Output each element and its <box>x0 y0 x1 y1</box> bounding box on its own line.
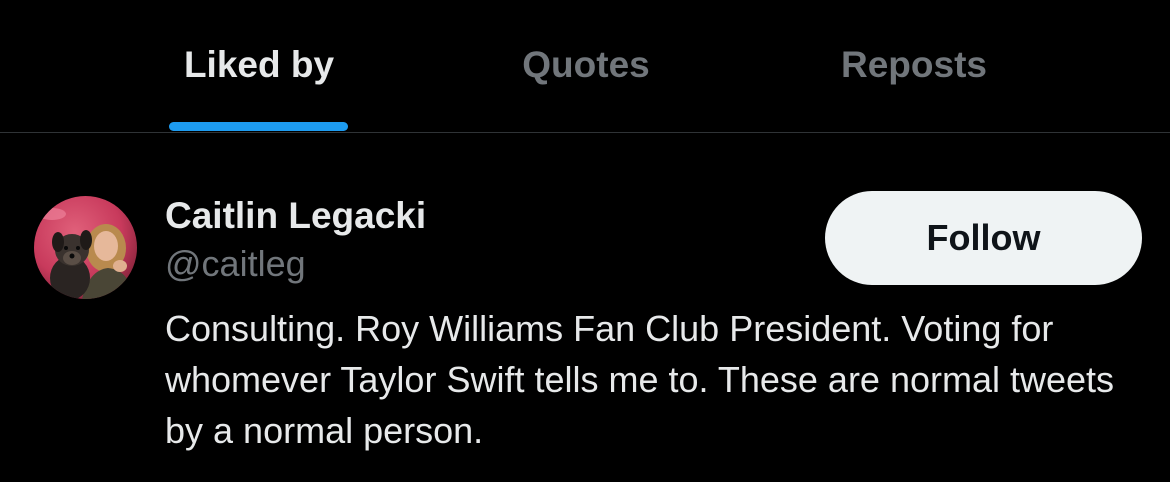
user-display-name[interactable]: Caitlin Legacki <box>165 195 426 237</box>
follow-button[interactable]: Follow <box>825 191 1142 285</box>
tab-reposts-label: Reposts <box>841 44 987 85</box>
avatar[interactable] <box>34 196 137 299</box>
user-list-item[interactable]: Caitlin Legacki @caitleg Follow Consulti… <box>0 133 1170 482</box>
tab-reposts[interactable]: Reposts <box>790 40 1038 132</box>
tab-liked-by-label: Liked by <box>183 44 335 85</box>
tab-quotes[interactable]: Quotes <box>470 40 702 132</box>
tab-liked-by[interactable]: Liked by <box>150 40 368 132</box>
tab-bar: Liked by Quotes Reposts <box>0 0 1170 133</box>
avatar-photo-icon <box>34 196 137 299</box>
user-handle[interactable]: @caitleg <box>165 243 306 285</box>
user-bio: Consulting. Roy Williams Fan Club Presid… <box>165 308 1115 451</box>
active-tab-indicator <box>169 122 348 131</box>
tab-quotes-label: Quotes <box>522 44 650 85</box>
